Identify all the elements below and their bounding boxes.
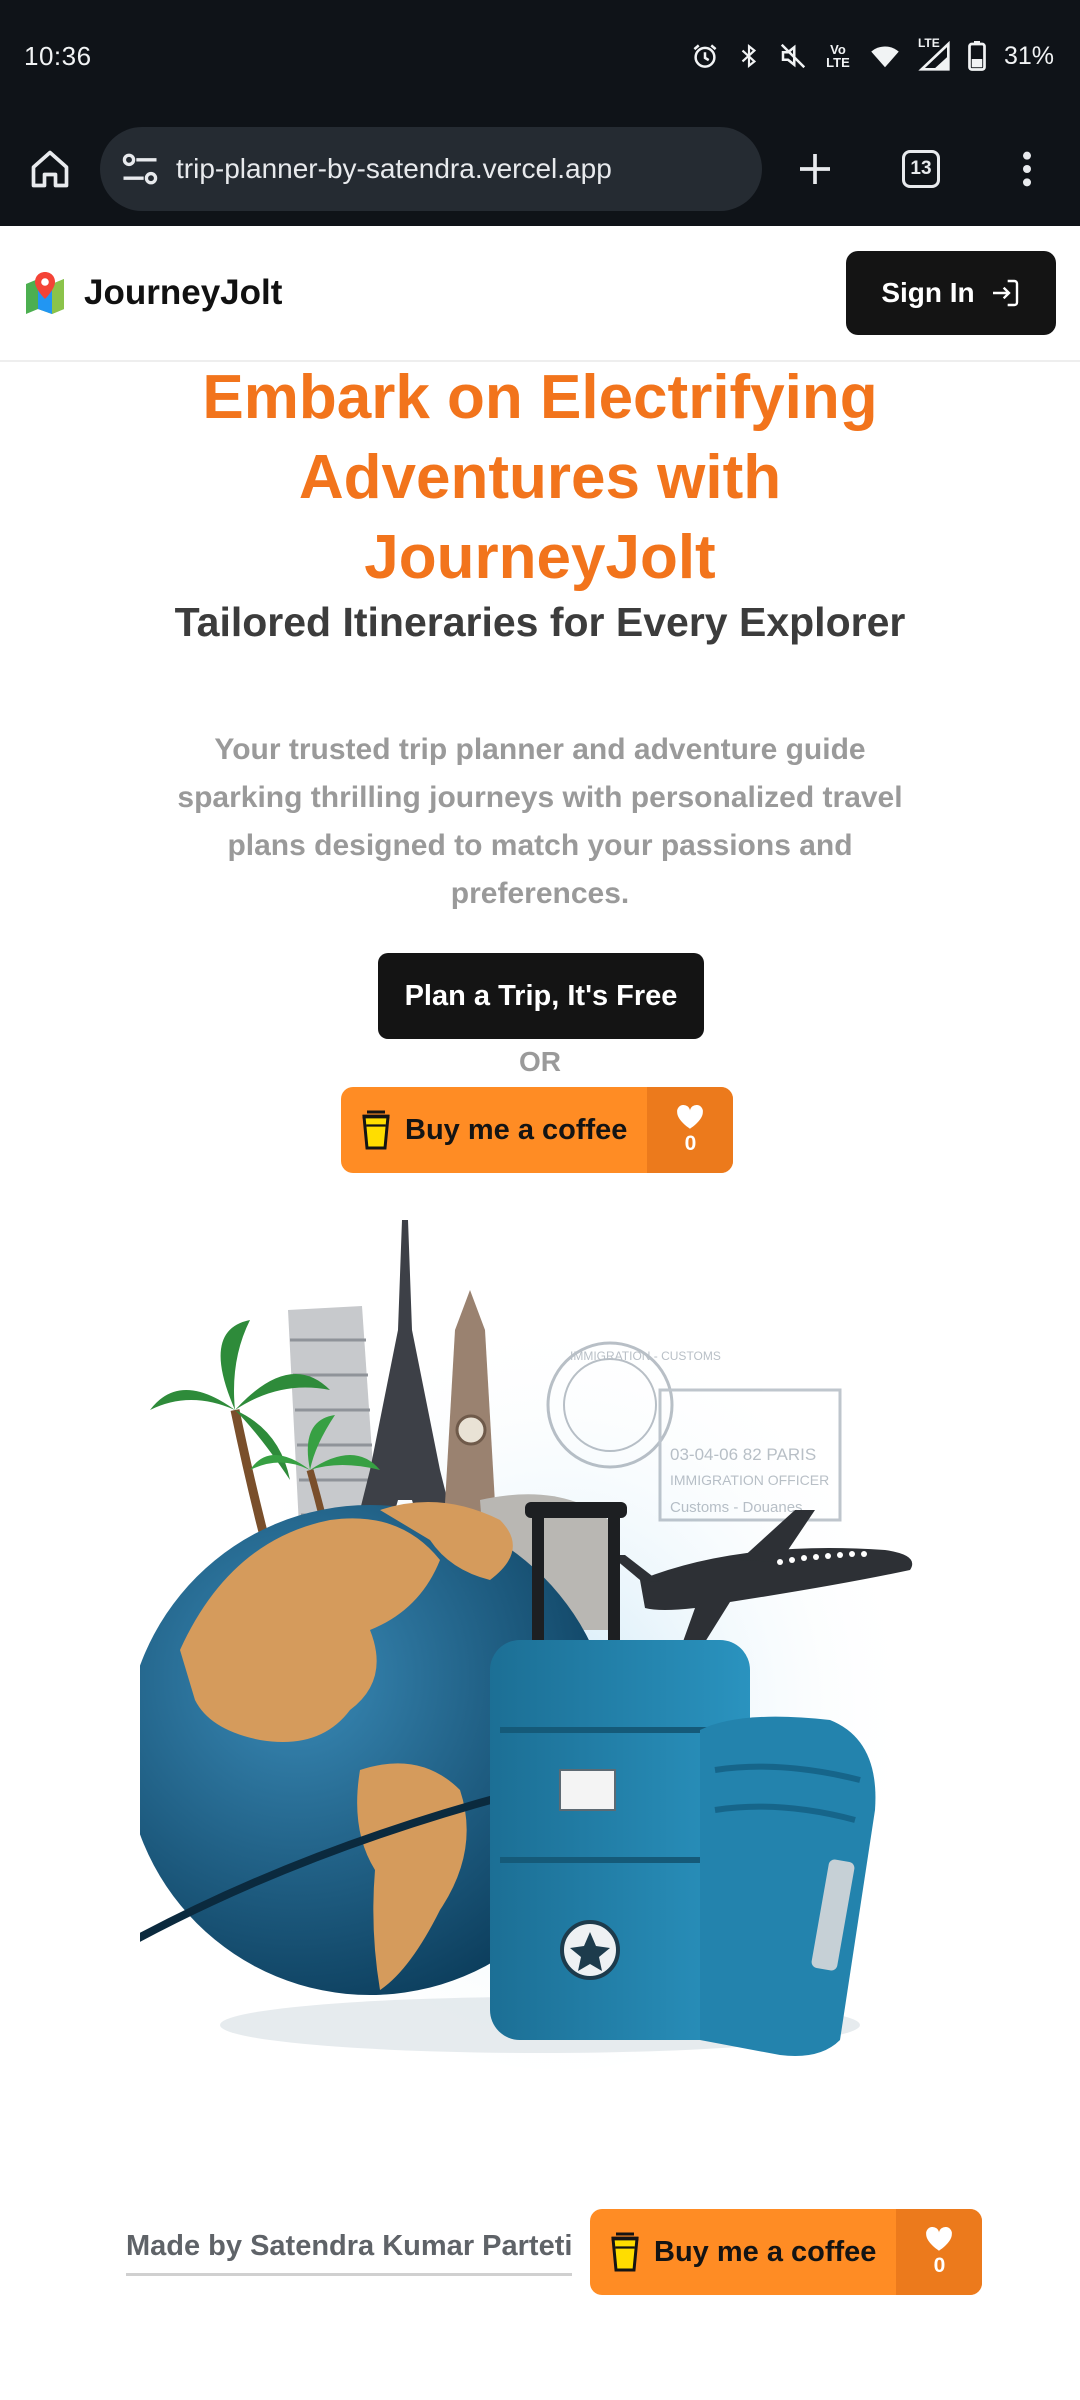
alarm-icon [693, 44, 717, 68]
home-icon [31, 150, 69, 188]
coffee-cup-icon [611, 2232, 639, 2272]
wifi-icon [871, 46, 899, 68]
footer-coffee-supporter-count: 0 [896, 2209, 983, 2295]
bluetooth-icon [741, 43, 757, 69]
home-button[interactable] [0, 112, 100, 226]
tab-switcher-button[interactable]: 13 [868, 112, 974, 226]
stamp-text-customs: IMMIGRATION - CUSTOMS [570, 1349, 721, 1363]
status-bar: 10:36 Vo LTE LTE 31% [0, 0, 1080, 112]
site-header: JourneyJolt Sign In [0, 226, 1080, 362]
plus-icon [800, 154, 830, 184]
footer-coffee-count: 0 [933, 2254, 946, 2277]
plan-trip-button[interactable]: Plan a Trip, It's Free [378, 953, 704, 1039]
log-in-icon [992, 279, 1018, 307]
url-text: trip-planner-by-satendra.vercel.app [176, 153, 612, 184]
site-settings-icon[interactable] [118, 147, 162, 191]
browser-toolbar: trip-planner-by-satendra.vercel.app 13 [0, 112, 1080, 226]
stamp-text-douanes: Customs - Douanes [670, 1499, 803, 1516]
address-bar[interactable]: trip-planner-by-satendra.vercel.app [100, 127, 762, 211]
status-time: 10:36 [24, 40, 92, 71]
coffee-supporter-count: 0 [647, 1087, 734, 1173]
footer-buy-me-a-coffee-label: Buy me a coffee [654, 2235, 877, 2268]
buy-me-a-coffee-main: Buy me a coffee [341, 1087, 647, 1173]
heart-icon [926, 2226, 953, 2251]
sign-in-button[interactable]: Sign In [846, 251, 1056, 335]
hero-subtitle: Tailored Itineraries for Every Explorer [174, 599, 906, 645]
stamp-text-paris: 03-04-06 82 PARIS [670, 1445, 816, 1464]
hero-title: Embark on Electrifying Adventures with J… [202, 363, 878, 592]
or-separator: OR [519, 1046, 561, 1077]
buy-me-a-coffee-label: Buy me a coffee [405, 1113, 628, 1146]
author-credit-link[interactable]: Made by Satendra Kumar Parteti [126, 2230, 573, 2276]
footer-buy-me-a-coffee-button[interactable]: Buy me a coffee 0 [590, 2209, 983, 2295]
map-pin-logo-icon [26, 272, 64, 314]
brand-name: JourneyJolt [84, 273, 283, 312]
buy-me-a-coffee-button[interactable]: Buy me a coffee 0 [341, 1087, 734, 1173]
battery-level: 31% [1003, 41, 1054, 70]
travel-illustration: IMMIGRATION - CUSTOMS 03-04-06 82 PARIS … [140, 1220, 920, 2070]
more-vertical-icon [1023, 151, 1031, 187]
cell-signal-icon [918, 40, 950, 71]
tab-count: 13 [902, 150, 940, 188]
mute-icon [780, 43, 806, 69]
battery-icon [968, 41, 986, 71]
browser-menu-button[interactable] [974, 112, 1080, 226]
footer-buy-me-a-coffee-main: Buy me a coffee [590, 2209, 896, 2295]
brand-logo-link[interactable]: JourneyJolt [24, 270, 282, 316]
coffee-cup-icon [362, 1110, 390, 1150]
volte-icon: Vo LTE [826, 42, 850, 70]
heart-icon [677, 1104, 704, 1129]
status-icons: Vo LTE LTE 31% [690, 36, 1054, 72]
cell-signal: LTE [918, 36, 952, 72]
coffee-count: 0 [684, 1132, 697, 1155]
sign-in-label: Sign In [881, 277, 975, 308]
hero-description: Your trusted trip planner and adventure … [177, 733, 903, 910]
stamp-text-officer: IMMIGRATION OFFICER [670, 1472, 829, 1488]
new-tab-button[interactable] [762, 112, 868, 226]
